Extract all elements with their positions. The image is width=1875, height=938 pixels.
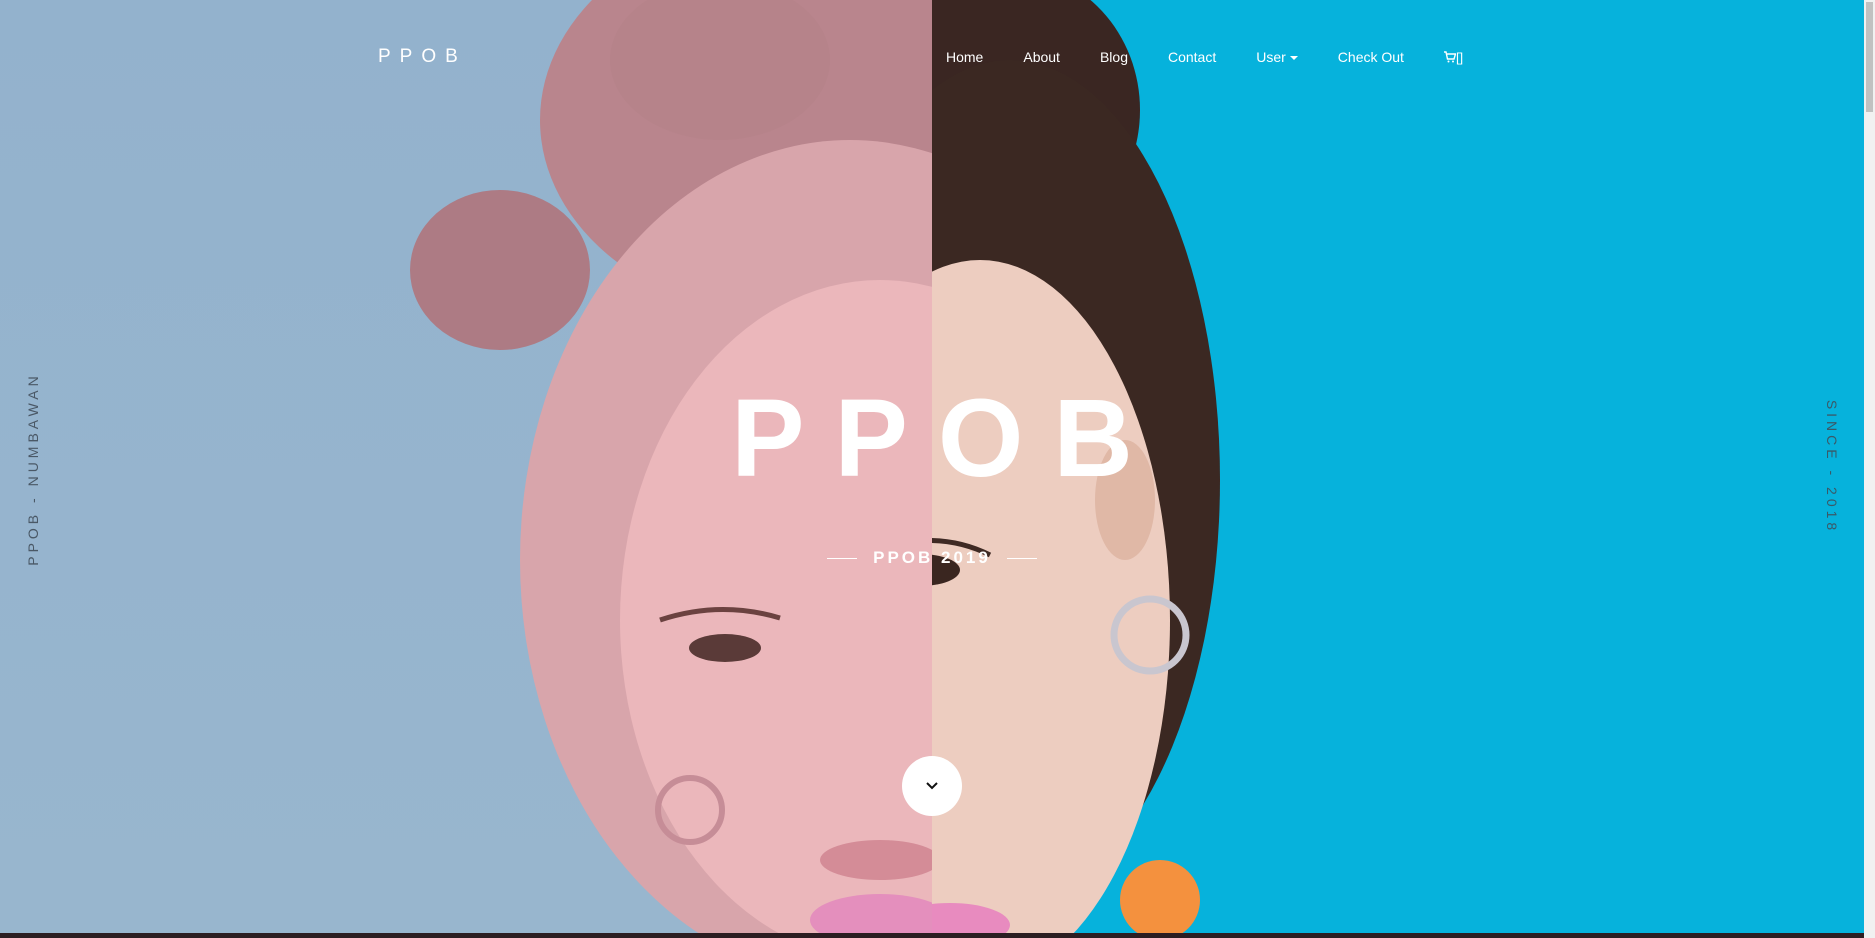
hero-section: PPOB Home About Blog Contact User Check … <box>0 0 1864 938</box>
hero-subtitle-row: PPOB 2019 <box>0 548 1864 568</box>
subtitle-line-right <box>1006 557 1037 559</box>
cart-icon <box>1443 51 1456 63</box>
nav-home[interactable]: Home <box>946 49 983 65</box>
next-section-edge <box>0 933 1864 938</box>
caret-down-icon <box>1289 56 1298 61</box>
scrollbar-thumb[interactable] <box>1866 2 1873 112</box>
nav-checkout[interactable]: Check Out <box>1338 49 1404 65</box>
nav-about[interactable]: About <box>1023 49 1060 65</box>
hero-subtitle: PPOB 2019 <box>873 548 991 567</box>
hero-title: PPOB <box>731 377 1163 500</box>
nav-user-label: User <box>1256 49 1286 65</box>
nav-contact[interactable]: Contact <box>1168 49 1216 65</box>
cart-button[interactable]: [] <box>1443 49 1464 65</box>
cart-count: [] <box>1455 49 1464 65</box>
main-nav: Home About Blog Contact User Check Out [… <box>946 47 1463 67</box>
subtitle-line-left <box>827 557 858 559</box>
nav-user-dropdown[interactable]: User <box>1256 49 1298 65</box>
nav-blog[interactable]: Blog <box>1100 49 1128 65</box>
chevron-down-icon <box>926 782 938 790</box>
brand-logo[interactable]: PPOB <box>378 46 467 68</box>
page-scrollbar[interactable] <box>1864 0 1875 938</box>
scroll-down-button[interactable] <box>902 756 962 816</box>
